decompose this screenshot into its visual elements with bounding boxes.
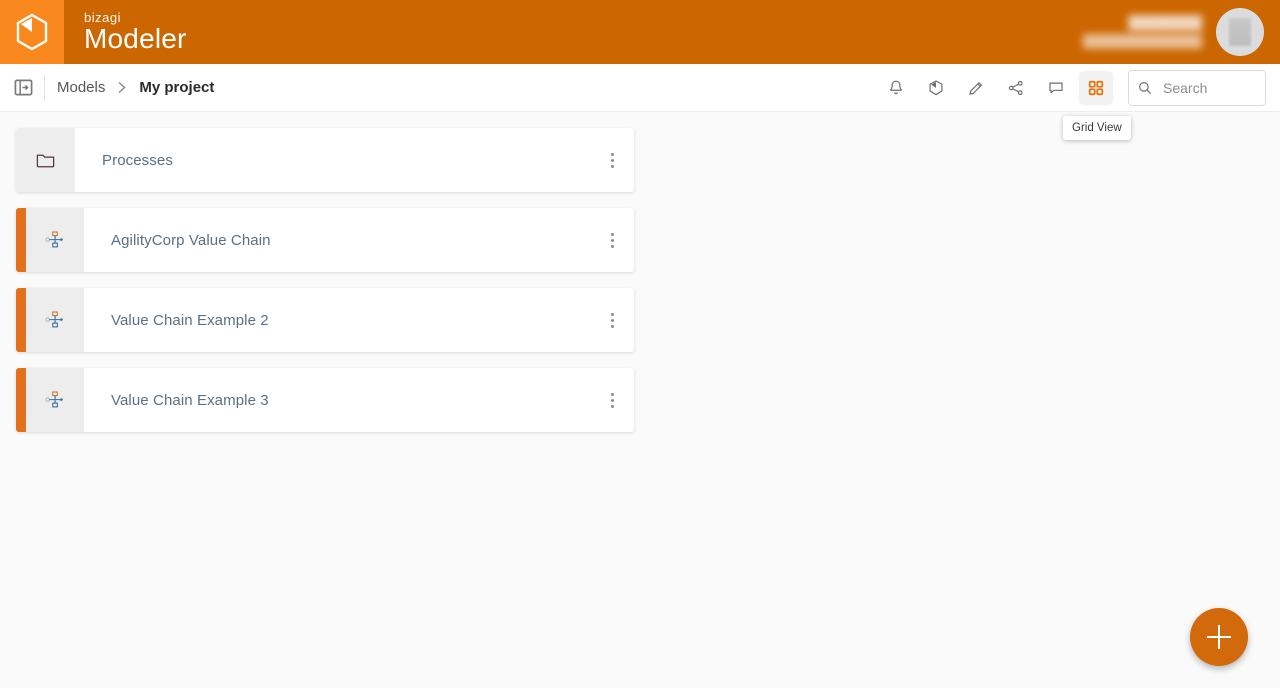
user-info: ████████ ██████████████ (1083, 14, 1202, 50)
user-email: ██████████████ (1082, 34, 1202, 48)
share-nodes-icon (1008, 80, 1023, 95)
content-area: Processes AgilityCorp Value Chain Value … (0, 112, 1280, 688)
card-icon-box (26, 368, 84, 432)
notifications-bell-icon (890, 80, 902, 94)
panel-toggle-icon (14, 79, 32, 96)
list-item-menu-button[interactable] (590, 288, 634, 352)
list-item-title: Value Chain Example 2 (111, 311, 269, 329)
list-item-menu-button[interactable] (590, 128, 634, 192)
list-item-menu-button[interactable] (590, 368, 634, 432)
breadcrumb-current: My project (139, 79, 215, 96)
search-box[interactable] (1128, 69, 1266, 106)
avatar[interactable] (1216, 8, 1264, 56)
breadcrumb-separator (117, 81, 127, 94)
list-item[interactable]: Processes (16, 128, 634, 192)
hierarchy-icon (45, 391, 64, 408)
sidebar-toggle-button[interactable] (6, 71, 40, 105)
list-item[interactable]: Value Chain Example 3 (16, 368, 634, 432)
list-item-title: Processes (102, 151, 173, 169)
card-icon-box (26, 288, 84, 352)
kebab-menu-icon (610, 152, 614, 168)
kebab-menu-icon (610, 312, 614, 328)
app-logo[interactable] (0, 0, 64, 64)
list-item[interactable]: AgilityCorp Value Chain (16, 208, 634, 272)
toolbar-actions (876, 69, 1266, 106)
avatar-image (1229, 18, 1251, 46)
brand: bizagi Modeler (84, 11, 187, 53)
create-new-button[interactable] (1190, 608, 1248, 666)
breadcrumb-models[interactable]: Models (57, 79, 105, 96)
brand-small-text: bizagi (84, 10, 121, 25)
card-accent-bar (16, 208, 26, 272)
hierarchy-icon (45, 231, 64, 248)
header-right: ████████ ██████████████ (1083, 8, 1280, 56)
cube-hexagon-icon (16, 13, 48, 51)
card-accent-bar (16, 368, 26, 432)
pencil-edit-icon (969, 81, 983, 95)
app-header: bizagi Modeler ████████ ██████████████ (0, 0, 1280, 64)
list-item[interactable]: Value Chain Example 2 (16, 288, 634, 352)
grid-view-icon (1088, 80, 1104, 95)
user-name: ████████ (1128, 15, 1202, 30)
breadcrumb: Models My project (57, 79, 214, 96)
kebab-menu-icon (610, 392, 614, 408)
list-item-menu-button[interactable] (590, 208, 634, 272)
search-icon (1139, 81, 1152, 94)
card-accent-bar (16, 288, 26, 352)
items-grid: Processes AgilityCorp Value Chain Value … (16, 128, 1264, 432)
brand-main-text: Modeler (84, 23, 187, 54)
card-icon-box (16, 128, 75, 192)
notifications-button[interactable] (879, 71, 913, 105)
hierarchy-icon (45, 311, 64, 328)
card-icon-box (26, 208, 84, 272)
list-item-title: AgilityCorp Value Chain (111, 231, 271, 249)
toolbar-divider (44, 74, 45, 101)
list-item-title: Value Chain Example 3 (111, 391, 269, 409)
comments-button[interactable] (1039, 71, 1073, 105)
grid-view-button[interactable] (1079, 70, 1113, 105)
folder-icon (36, 154, 55, 167)
comment-bubble-icon (1049, 82, 1063, 93)
kebab-menu-icon (610, 232, 614, 248)
toolbar: Models My project Search Grid View (0, 64, 1280, 140)
cube-shield-icon (929, 79, 943, 95)
grid-view-tooltip: Grid View (1063, 116, 1131, 140)
model-button[interactable] (919, 71, 953, 105)
share-button[interactable] (999, 71, 1033, 105)
search-input[interactable] (1163, 79, 1257, 96)
chevron-right-icon (118, 81, 126, 94)
edit-button[interactable] (959, 71, 993, 105)
